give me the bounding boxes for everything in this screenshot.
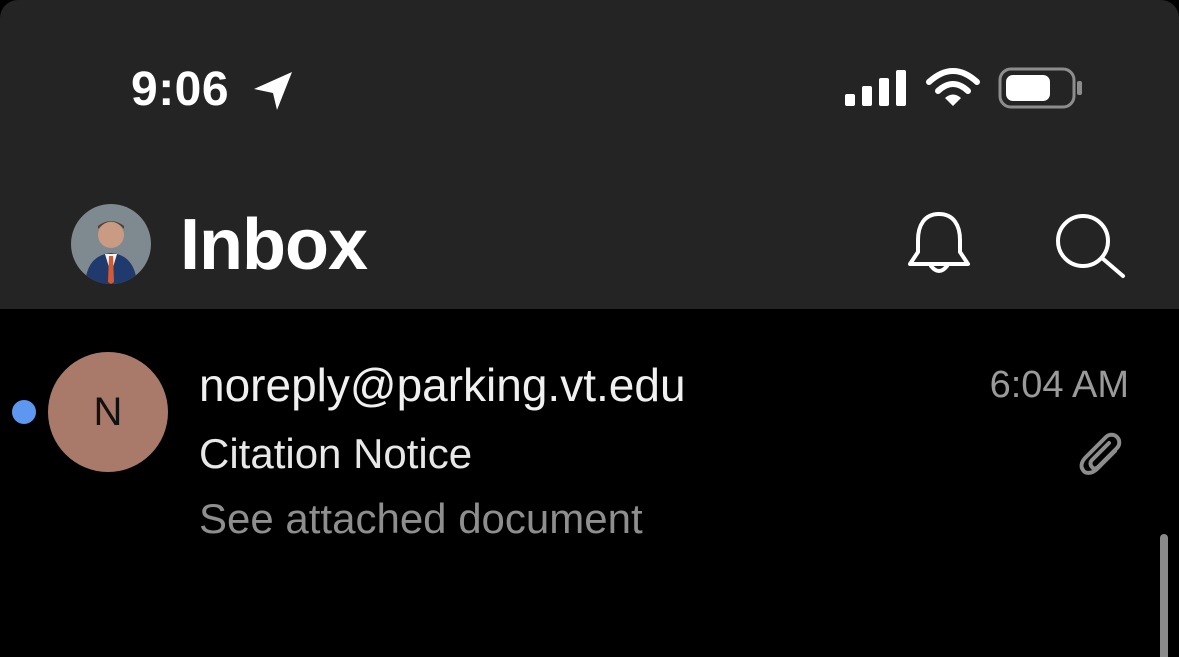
- bell-icon: [908, 212, 970, 273]
- battery-icon: [998, 67, 1082, 109]
- message-sender: noreply@parking.vt.edu: [199, 359, 686, 411]
- wifi-icon: [926, 68, 980, 106]
- unread-indicator: [12, 400, 36, 424]
- account-avatar[interactable]: [71, 204, 151, 284]
- cellular-signal-icon: [845, 70, 906, 106]
- page-title: Inbox: [180, 205, 368, 285]
- profile-photo: [71, 204, 151, 284]
- mail-app-screen: 9:06 Inbox N noreply@parking.vt.edu 6:04…: [0, 0, 1179, 657]
- location-arrow-icon: [254, 72, 292, 110]
- sender-avatar: N: [48, 352, 168, 472]
- inbox-header: 9:06 Inbox: [0, 0, 1179, 309]
- search-icon: [1056, 214, 1125, 278]
- scrollbar[interactable]: [1160, 534, 1168, 657]
- message-time: 6:04 AM: [989, 364, 1129, 406]
- message-subject: Citation Notice: [199, 430, 473, 477]
- search-button[interactable]: [1052, 210, 1128, 282]
- status-bar-time: 9:06: [131, 63, 230, 116]
- message-row[interactable]: N noreply@parking.vt.edu 6:04 AM Citatio…: [0, 309, 1179, 559]
- message-preview: See attached document: [199, 495, 643, 542]
- paperclip-icon: [1079, 432, 1122, 475]
- notifications-button[interactable]: [904, 206, 974, 280]
